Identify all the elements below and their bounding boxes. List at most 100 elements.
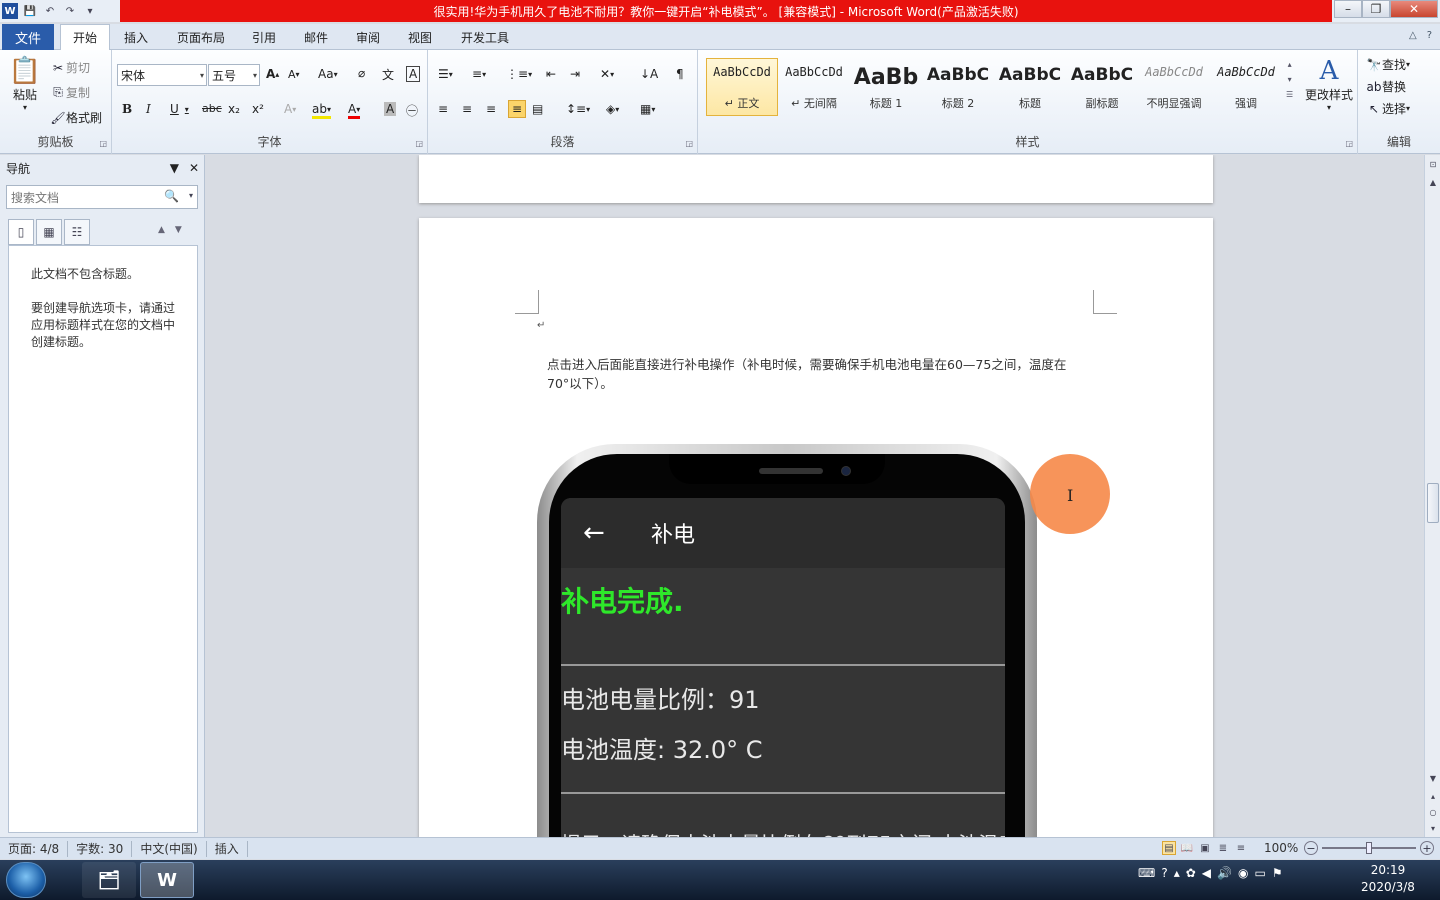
change-styles-button[interactable]: A 更改样式 ▾	[1302, 56, 1356, 112]
taskbar-explorer-icon[interactable]: 🗂	[82, 862, 136, 898]
paragraph-launcher-icon[interactable]: ◲	[685, 139, 693, 148]
style-subtle-emphasis[interactable]: AaBbCcDd 不明显强调	[1138, 58, 1210, 116]
justify-icon[interactable]: ≡	[508, 100, 527, 118]
increase-indent-icon[interactable]: ⇥	[570, 67, 580, 81]
style-title[interactable]: AaBbC 标题	[994, 58, 1066, 116]
nav-search-input[interactable]: 搜索文档 🔍 ▾	[6, 185, 198, 209]
show-marks-icon[interactable]: ¶	[676, 67, 684, 81]
document-paragraph[interactable]: 点击进入后面能直接进行补电操作（补电时候，需要确保手机电池电量在60—75之间，…	[547, 355, 1087, 393]
web-layout-icon[interactable]: ▣	[1198, 841, 1212, 855]
style-normal[interactable]: AaBbCcDd ↵ 正文	[706, 58, 778, 116]
tab-mailings[interactable]: 邮件	[294, 24, 338, 50]
enclose-chars-icon[interactable]: ㊀	[406, 102, 418, 119]
tab-page-layout[interactable]: 页面布局	[166, 24, 236, 50]
phonetic-guide-icon[interactable]: 文	[382, 66, 394, 83]
char-shading-icon[interactable]: A	[384, 102, 397, 116]
app-tray-icon[interactable]: ✿	[1186, 866, 1196, 880]
underline-button[interactable]: U ▾	[170, 102, 189, 116]
clipboard-launcher-icon[interactable]: ◲	[99, 139, 107, 148]
style-subtitle[interactable]: AaBbC 副标题	[1066, 58, 1138, 116]
subscript-button[interactable]: x₂	[228, 102, 240, 116]
zoom-level[interactable]: 100%	[1264, 841, 1298, 855]
shading-icon[interactable]: ◈ ▾	[606, 102, 619, 116]
superscript-button[interactable]: x²	[252, 102, 264, 116]
help-tray-icon[interactable]: ?	[1161, 866, 1167, 880]
select-button[interactable]: ↖ 选择 ▾	[1366, 100, 1410, 117]
sort-icon[interactable]: ↓A	[640, 67, 658, 81]
save-icon[interactable]: 💾	[22, 3, 38, 19]
cut-button[interactable]: ✂ 剪切	[50, 59, 90, 76]
font-size-combo[interactable]: 五号 ▾	[208, 64, 260, 86]
help-icon[interactable]: ?	[1427, 30, 1432, 41]
multilevel-list-icon[interactable]: ⋮≡ ▾	[506, 67, 532, 81]
style-heading-1[interactable]: AaBb 标题 1	[850, 58, 922, 116]
line-spacing-icon[interactable]: ↕≡ ▾	[566, 102, 590, 116]
styles-scroll[interactable]: ▴ ▾ ☰	[1286, 60, 1293, 99]
document-page[interactable]: ↵ 点击进入后面能直接进行补电操作（补电时候，需要确保手机电池电量在60—75之…	[419, 218, 1213, 837]
chevron-down-icon[interactable]: ▾	[1288, 75, 1292, 84]
print-layout-icon[interactable]: ▤	[1162, 841, 1176, 855]
clear-format-icon[interactable]: ⌀	[358, 66, 365, 80]
prev-page-icon[interactable]: ▴	[1425, 789, 1440, 803]
scroll-up-icon[interactable]: ▲	[1425, 175, 1440, 189]
notification-icon[interactable]: ◀	[1202, 866, 1211, 880]
change-case-button[interactable]: Aa ▾	[318, 67, 338, 81]
start-button[interactable]	[6, 862, 46, 898]
paste-button[interactable]: 📋 粘贴 ▾	[8, 56, 42, 112]
nav-menu-icon[interactable]: ▼	[170, 161, 179, 175]
font-family-combo[interactable]: 宋体 ▾	[117, 64, 207, 86]
full-screen-reading-icon[interactable]: 📖	[1180, 841, 1194, 855]
search-icon[interactable]: 🔍	[164, 189, 179, 203]
style-heading-2[interactable]: AaBbC 标题 2	[922, 58, 994, 116]
display-icon[interactable]: ▭	[1254, 866, 1265, 880]
tab-home[interactable]: 开始	[60, 24, 110, 50]
next-page-icon[interactable]: ▾	[1425, 821, 1440, 835]
style-emphasis[interactable]: AaBbCcDd 强调	[1210, 58, 1282, 116]
nav-close-icon[interactable]: ✕	[189, 161, 199, 175]
nav-prev-icon[interactable]: ▲	[158, 225, 165, 235]
ruler-toggle-icon[interactable]: ⊡	[1425, 157, 1440, 171]
redo-icon[interactable]: ↷	[62, 3, 78, 19]
numbering-icon[interactable]: ≡ ▾	[472, 67, 486, 81]
taskbar-word-icon[interactable]: W	[140, 862, 194, 898]
minimize-button[interactable]: –	[1334, 0, 1362, 18]
font-color-icon[interactable]: A ▾	[348, 102, 361, 119]
customize-qat-icon[interactable]: ▾	[82, 3, 98, 19]
flag-icon[interactable]: ⚑	[1272, 866, 1283, 880]
grow-font-button[interactable]: A ▴	[266, 67, 279, 81]
tab-file[interactable]: 文件	[2, 24, 54, 50]
italic-button[interactable]: I	[146, 102, 151, 116]
status-language[interactable]: 中文(中国)	[132, 840, 207, 857]
document-page-previous[interactable]	[419, 155, 1213, 203]
collapse-ribbon-icon[interactable]: △	[1409, 30, 1417, 41]
draft-icon[interactable]: ≡	[1234, 841, 1248, 855]
tab-developer[interactable]: 开发工具	[452, 24, 518, 50]
word-logo-icon[interactable]: W	[2, 3, 18, 19]
text-effects-icon[interactable]: A ▾	[284, 102, 296, 116]
status-word-count[interactable]: 字数: 30	[68, 840, 133, 857]
tab-view[interactable]: 视图	[398, 24, 442, 50]
keyboard-icon[interactable]: ⌨	[1138, 866, 1155, 880]
styles-launcher-icon[interactable]: ◲	[1345, 139, 1353, 148]
nav-tab-headings[interactable]: ▯	[8, 219, 34, 245]
zoom-out-icon[interactable]: −	[1304, 841, 1318, 855]
chinese-layout-icon[interactable]: ✕ ▾	[600, 67, 614, 81]
tab-review[interactable]: 审阅	[346, 24, 390, 50]
align-center-icon[interactable]: ≡	[462, 102, 472, 116]
chevron-down-icon[interactable]: ▾	[189, 191, 193, 200]
chevron-up-icon[interactable]: ▴	[1288, 60, 1292, 69]
format-painter-button[interactable]: 🖌 格式刷	[50, 109, 102, 126]
outline-icon[interactable]: ≣	[1216, 841, 1230, 855]
style-no-spacing[interactable]: AaBbCcDd ↵ 无间隔	[778, 58, 850, 116]
nav-next-icon[interactable]: ▼	[175, 225, 182, 235]
align-right-icon[interactable]: ≡	[486, 102, 496, 116]
select-browse-object-icon[interactable]: ○	[1425, 805, 1440, 819]
strikethrough-button[interactable]: abc	[202, 102, 222, 115]
network-icon[interactable]: ◉	[1238, 866, 1248, 880]
align-left-icon[interactable]: ≡	[438, 102, 448, 116]
taskbar-clock[interactable]: 20:19 2020/3/8	[1356, 862, 1420, 898]
find-button[interactable]: 🔭 查找 ▾	[1366, 56, 1411, 73]
tab-references[interactable]: 引用	[242, 24, 286, 50]
nav-tab-results[interactable]: ☷	[64, 219, 90, 245]
scroll-thumb[interactable]	[1427, 483, 1439, 523]
